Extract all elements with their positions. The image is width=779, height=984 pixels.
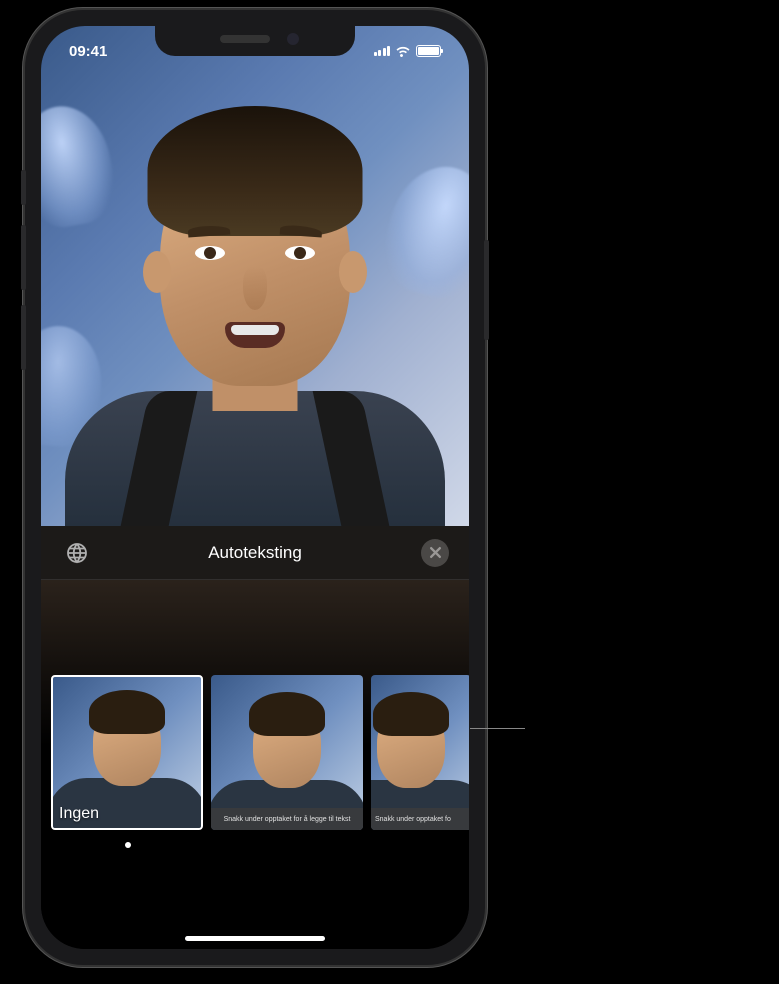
callout-line [470, 728, 525, 729]
caption-style-preview: Snakk under opptaket fo [371, 808, 469, 830]
style-thumbnails[interactable]: Ingen Snakk under opptaket for å legge t… [41, 675, 469, 835]
home-indicator[interactable] [185, 936, 325, 941]
panel-title: Autoteksting [208, 543, 302, 563]
style-option[interactable]: Snakk under opptaket fo [371, 675, 469, 830]
video-preview[interactable] [41, 26, 469, 526]
status-time: 09:41 [69, 37, 107, 60]
cellular-signal-icon [374, 46, 391, 56]
notch [155, 26, 355, 56]
style-option-none[interactable]: Ingen [51, 675, 203, 830]
screen: 09:41 [41, 26, 469, 949]
wifi-icon [395, 45, 411, 57]
thumbnail-label: Ingen [59, 805, 99, 823]
style-option[interactable]: Snakk under opptaket for å legge til tek… [211, 675, 363, 830]
status-indicators [374, 39, 442, 57]
globe-icon [65, 541, 89, 565]
power-button [484, 240, 489, 340]
page-indicator [125, 842, 131, 848]
close-icon [429, 546, 442, 559]
panel-body: Ingen Snakk under opptaket for å legge t… [41, 580, 469, 949]
panel-header: Autoteksting [41, 526, 469, 580]
person-subject [75, 106, 435, 526]
close-button[interactable] [421, 539, 449, 567]
battery-icon [416, 45, 441, 57]
silence-switch [21, 170, 26, 205]
volume-down-button [21, 305, 26, 370]
phone-frame: 09:41 [25, 10, 485, 965]
volume-up-button [21, 225, 26, 290]
language-button[interactable] [61, 537, 93, 569]
caption-style-preview: Snakk under opptaket for å legge til tek… [211, 808, 363, 830]
